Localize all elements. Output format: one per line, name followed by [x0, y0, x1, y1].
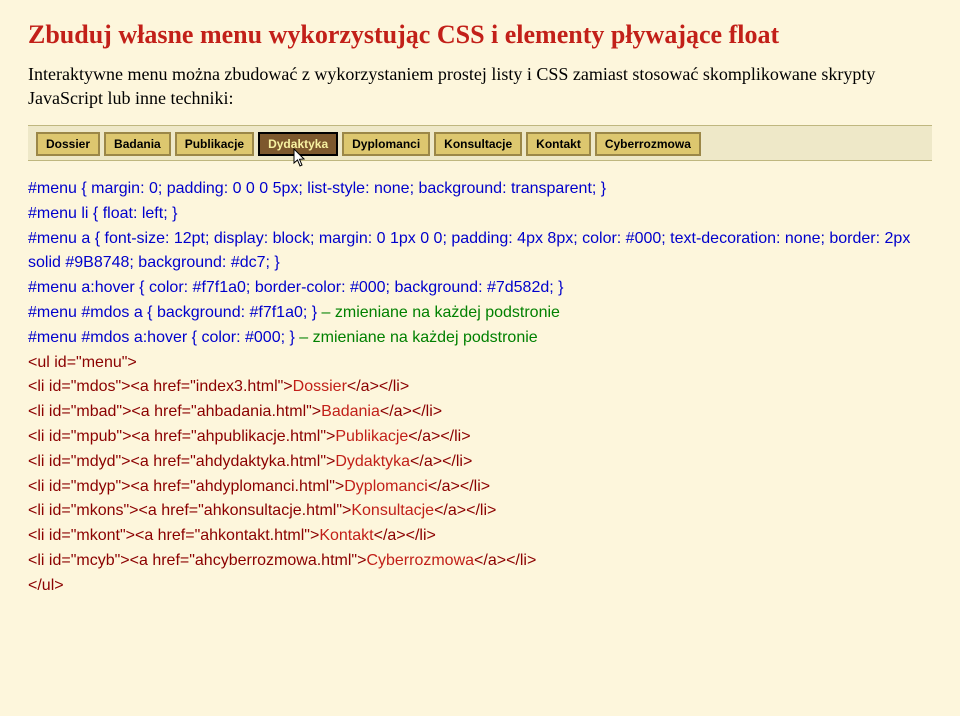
css-line-4: #menu a:hover { color: #f7f1a0; border-c…: [28, 276, 932, 301]
html-li-3-close: </a></li>: [408, 428, 470, 445]
intro-paragraph: Interaktywne menu można zbudować z wykor…: [28, 62, 932, 111]
menu-item-konsultacje[interactable]: Konsultacje: [434, 132, 522, 156]
menu-bar: Dossier Badania Publikacje Dydaktyka Dyp…: [28, 125, 932, 161]
html-ul-open: <ul id="menu">: [28, 351, 932, 376]
menu-item-publikacje[interactable]: Publikacje: [175, 132, 254, 156]
code-block: #menu { margin: 0; padding: 0 0 0 5px; l…: [28, 177, 932, 599]
html-li-7-open: <li id="mkont"><a href="ahkontakt.html">: [28, 527, 319, 544]
css-line-2: #menu li { float: left; }: [28, 202, 932, 227]
html-li-2-close: </a></li>: [380, 403, 442, 420]
html-li-1: <li id="mdos"><a href="index3.html">Doss…: [28, 375, 932, 400]
html-li-4-text: Dydaktyka: [335, 453, 410, 470]
page-title: Zbuduj własne menu wykorzystując CSS i e…: [28, 20, 932, 50]
menu-item-kontakt[interactable]: Kontakt: [526, 132, 591, 156]
html-li-4-open: <li id="mdyd"><a href="ahdydaktyka.html"…: [28, 453, 335, 470]
css-line-5: #menu #mdos a { background: #f7f1a0; } –…: [28, 301, 932, 326]
html-li-8-text: Cyberrozmowa: [366, 552, 474, 569]
html-li-1-open: <li id="mdos"><a href="index3.html">: [28, 378, 293, 395]
menu-item-cyberrozmowa[interactable]: Cyberrozmowa: [595, 132, 701, 156]
html-li-8-close: </a></li>: [474, 552, 536, 569]
menu-item-active-wrap: Dydaktyka: [258, 132, 342, 156]
html-li-2: <li id="mbad"><a href="ahbadania.html">B…: [28, 400, 932, 425]
html-li-7-text: Kontakt: [319, 527, 373, 544]
menu-item-dyplomanci[interactable]: Dyplomanci: [342, 132, 430, 156]
html-li-4: <li id="mdyd"><a href="ahdydaktyka.html"…: [28, 450, 932, 475]
html-li-8: <li id="mcyb"><a href="ahcyberrozmowa.ht…: [28, 549, 932, 574]
css-line-5-note: – zmieniane na każdej podstronie: [317, 304, 560, 321]
css-line-1: #menu { margin: 0; padding: 0 0 0 5px; l…: [28, 177, 932, 202]
css-line-6-code: #menu #mdos a:hover { color: #000; }: [28, 329, 295, 346]
html-li-1-text: Dossier: [293, 378, 347, 395]
html-li-2-open: <li id="mbad"><a href="ahbadania.html">: [28, 403, 321, 420]
html-li-8-open: <li id="mcyb"><a href="ahcyberrozmowa.ht…: [28, 552, 366, 569]
html-li-7-close: </a></li>: [374, 527, 436, 544]
css-line-5-code: #menu #mdos a { background: #f7f1a0; }: [28, 304, 317, 321]
html-li-4-close: </a></li>: [410, 453, 472, 470]
html-li-7: <li id="mkont"><a href="ahkontakt.html">…: [28, 524, 932, 549]
html-li-3-open: <li id="mpub"><a href="ahpublikacje.html…: [28, 428, 335, 445]
html-li-3: <li id="mpub"><a href="ahpublikacje.html…: [28, 425, 932, 450]
html-li-1-close: </a></li>: [347, 378, 409, 395]
html-li-5-close: </a></li>: [428, 478, 490, 495]
html-li-2-text: Badania: [321, 403, 380, 420]
html-li-6-text: Konsultacje: [351, 502, 434, 519]
slide-page: Zbuduj własne menu wykorzystując CSS i e…: [0, 0, 960, 619]
html-li-3-text: Publikacje: [335, 428, 408, 445]
menu-item-badania[interactable]: Badania: [104, 132, 171, 156]
html-li-6-open: <li id="mkons"><a href="ahkonsultacje.ht…: [28, 502, 351, 519]
menu-item-dydaktyka[interactable]: Dydaktyka: [258, 132, 338, 156]
html-ul-close: </ul>: [28, 574, 932, 599]
html-li-6: <li id="mkons"><a href="ahkonsultacje.ht…: [28, 499, 932, 524]
menu-item-dossier[interactable]: Dossier: [36, 132, 100, 156]
css-line-6: #menu #mdos a:hover { color: #000; } – z…: [28, 326, 932, 351]
html-li-5-open: <li id="mdyp"><a href="ahdyplomanci.html…: [28, 478, 344, 495]
html-li-6-close: </a></li>: [434, 502, 496, 519]
css-line-3: #menu a { font-size: 12pt; display: bloc…: [28, 227, 932, 277]
html-li-5: <li id="mdyp"><a href="ahdyplomanci.html…: [28, 475, 932, 500]
html-li-5-text: Dyplomanci: [344, 478, 428, 495]
css-line-6-note: – zmieniane na każdej podstronie: [295, 329, 538, 346]
